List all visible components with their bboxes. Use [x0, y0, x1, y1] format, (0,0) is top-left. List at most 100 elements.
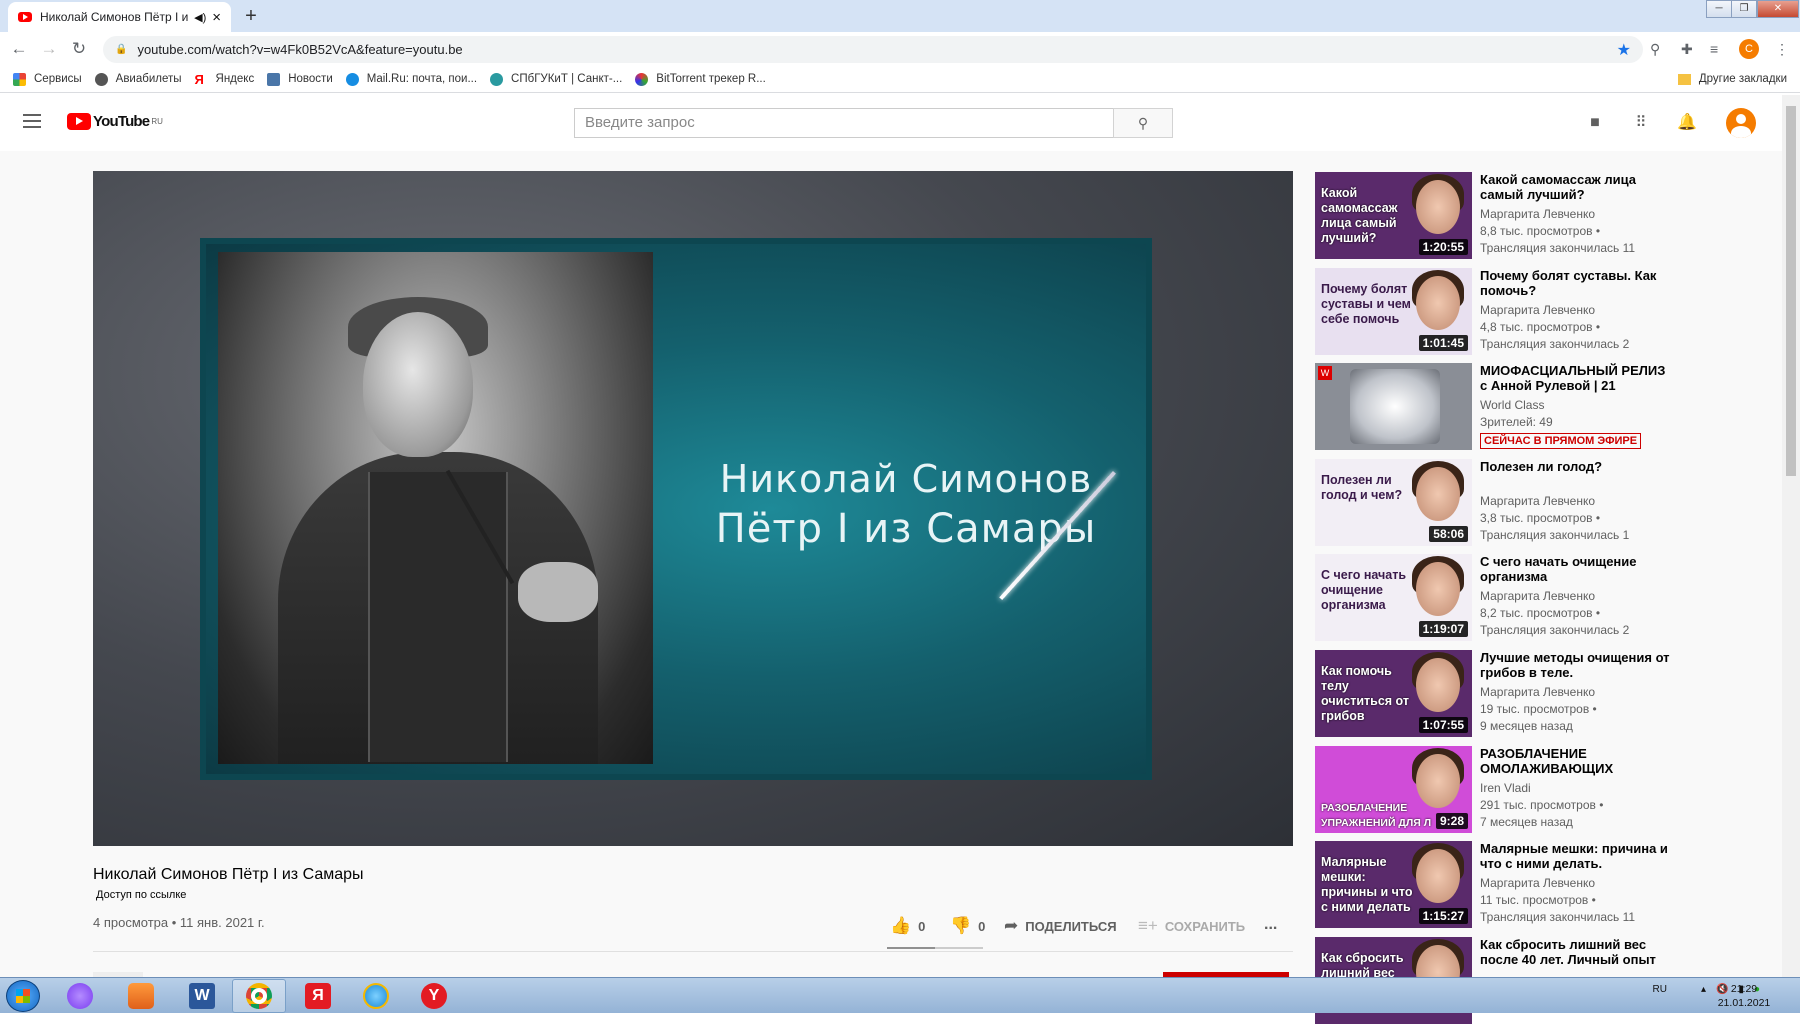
- bookmark-spbgukit[interactable]: СПбГУКиТ | Санкт-...: [490, 72, 622, 86]
- recommendation-thumbnail[interactable]: С чего начать очищение организма 1:19:07: [1315, 554, 1472, 642]
- dislike-button[interactable]: 👎 0: [950, 916, 985, 936]
- recommendation-channel[interactable]: World Class: [1480, 397, 1670, 414]
- create-video-icon[interactable]: ■: [1586, 114, 1604, 132]
- recommendation-age: Трансляция закончилась 11: [1480, 910, 1636, 925]
- taskbar-alice[interactable]: [54, 979, 106, 1013]
- thumbnail-caption: Полезен ли голод и чем?: [1321, 472, 1403, 502]
- recommendation-item[interactable]: РАЗОБЛАЧЕНИЕ УПРАЖНЕНИЙ ДЛЯ Л 9:28 РАЗОБЛ…: [1315, 745, 1665, 833]
- other-bookmarks[interactable]: Другие закладки: [1677, 73, 1787, 85]
- share-arrow-icon: ➦: [1004, 916, 1019, 935]
- window-close-button[interactable]: ✕: [1757, 0, 1799, 18]
- vk-icon: [267, 72, 281, 86]
- maximize-button[interactable]: ❐: [1731, 0, 1757, 18]
- recommendation-channel[interactable]: Маргарита Левченко: [1480, 875, 1670, 892]
- taskbar-ie[interactable]: [350, 979, 402, 1013]
- recommendation-thumbnail[interactable]: Полезен ли голод и чем? 58:06: [1315, 458, 1472, 546]
- share-button[interactable]: ➦ ПОДЕЛИТЬСЯ: [1004, 916, 1117, 936]
- recommendation-item[interactable]: W МИОФАСЦИАЛЬНЫЙ РЕЛИЗ с Анной Рулевой |…: [1315, 363, 1665, 451]
- recommendation-title[interactable]: Как сбросить лишний вес после 40 лет. Ли…: [1480, 937, 1670, 967]
- taskbar-chrome[interactable]: [232, 979, 286, 1013]
- recommendation-item[interactable]: С чего начать очищение организма 1:19:07 …: [1315, 554, 1665, 642]
- recommendation-item[interactable]: Какой самомассаж лица самый лучший? 1:20:…: [1315, 172, 1665, 259]
- start-button[interactable]: [6, 980, 40, 1012]
- scrollbar-thumb[interactable]: [1786, 106, 1796, 476]
- taskbar-yandex2[interactable]: Y: [408, 979, 460, 1013]
- recommendation-channel[interactable]: Iren Vladi: [1480, 780, 1670, 797]
- search-input[interactable]: Введите запрос: [574, 108, 1114, 138]
- recommendation-thumbnail[interactable]: Почему болят суставы и чем себе помочь 1:…: [1315, 267, 1472, 355]
- zoom-icon[interactable]: ⚲: [1650, 41, 1660, 58]
- lock-icon[interactable]: 🔒: [115, 44, 127, 55]
- recommendation-views: 11 тыс. просмотров •: [1480, 893, 1596, 908]
- recommendation-thumbnail[interactable]: Малярные мешки: причины и что с ними дел…: [1315, 841, 1472, 929]
- recommendation-item[interactable]: Как помочь телу очиститься от грибов 1:07…: [1315, 650, 1670, 737]
- bookmark-mailru[interactable]: Mail.Ru: почта, пои...: [345, 72, 477, 86]
- recommendation-channel[interactable]: Маргарита Левченко: [1480, 684, 1670, 701]
- bookmark-avia[interactable]: Авиабилеты: [94, 72, 182, 86]
- notifications-bell-icon[interactable]: 🔔: [1677, 114, 1697, 132]
- search-button[interactable]: ⚲: [1113, 108, 1173, 138]
- menu-dots-icon[interactable]: ⋮: [1775, 41, 1789, 58]
- bookmark-news[interactable]: Новости: [267, 72, 333, 86]
- recommendation-channel[interactable]: Маргарита Левченко: [1480, 588, 1670, 605]
- taskbar-word[interactable]: W: [176, 979, 228, 1013]
- recommendation-thumbnail[interactable]: РАЗОБЛАЧЕНИЕ УПРАЖНЕНИЙ ДЛЯ Л 9:28: [1315, 745, 1472, 833]
- account-avatar[interactable]: [1726, 108, 1756, 138]
- recommendation-title[interactable]: Какой самомассаж лица самый лучший?: [1480, 172, 1670, 202]
- youtube-logo[interactable]: YouTube RU: [67, 113, 163, 130]
- live-badge: СЕЙЧАС В ПРЯМОМ ЭФИРЕ: [1480, 433, 1642, 450]
- bookmark-star-icon[interactable]: ★: [1617, 40, 1631, 60]
- tab-close-icon[interactable]: ×: [212, 9, 221, 26]
- save-button[interactable]: ≡+ СОХРАНИТЬ: [1138, 916, 1245, 936]
- tray-arrow-icon[interactable]: ▴: [1701, 984, 1706, 995]
- forward-icon[interactable]: →: [38, 39, 60, 59]
- recommendation-title[interactable]: Малярные мешки: причина и что с ними дел…: [1480, 841, 1670, 871]
- back-icon[interactable]: ←: [8, 39, 30, 59]
- recommendation-thumbnail[interactable]: Какой самомассаж лица самый лучший? 1:20:…: [1315, 172, 1472, 259]
- more-actions-button[interactable]: ...: [1264, 916, 1277, 934]
- reading-list-icon[interactable]: ≡: [1710, 41, 1718, 57]
- reload-icon[interactable]: ↻: [68, 39, 90, 59]
- recommendation-title[interactable]: РАЗОБЛАЧЕНИЕ ОМОЛАЖИВАЮЩИХ КУРСО...: [1480, 746, 1670, 776]
- recommendation-thumbnail[interactable]: Как помочь телу очиститься от грибов 1:07…: [1315, 650, 1472, 737]
- duration-badge: 1:19:07: [1418, 621, 1468, 638]
- url-text[interactable]: youtube.com/watch?v=w4Fk0B52VcA&feature=…: [137, 42, 462, 57]
- browser-tab[interactable]: Николай Симонов Пётр I из ◀) ×: [8, 2, 231, 32]
- thumbs-up-icon: 👍: [890, 916, 912, 935]
- minimize-button[interactable]: ─: [1706, 0, 1732, 18]
- language-indicator[interactable]: RU: [1653, 984, 1667, 995]
- video-player[interactable]: Николай Симонов Пётр I из Самары: [93, 171, 1293, 846]
- recommendation-channel[interactable]: Маргарита Левченко: [1480, 302, 1670, 319]
- bookmark-yandex[interactable]: Я Яндекс: [195, 73, 255, 86]
- taskbar-media[interactable]: [115, 979, 167, 1013]
- bookmark-bittorrent[interactable]: BitTorrent трекер R...: [635, 72, 766, 86]
- recommendation-views: 291 тыс. просмотров •: [1480, 797, 1604, 812]
- bookmark-services[interactable]: Сервисы: [13, 72, 82, 86]
- hamburger-menu-icon[interactable]: [23, 114, 41, 128]
- recommendation-title[interactable]: Почему болят суставы. Как помочь?: [1480, 268, 1670, 298]
- recommendation-title[interactable]: С чего начать очищение организма: [1480, 554, 1670, 584]
- presenter-face: [1416, 275, 1460, 330]
- clock[interactable]: 21:29 21.01.2021: [1714, 982, 1774, 1010]
- recommendation-item[interactable]: Почему болят суставы и чем себе помочь 1:…: [1315, 267, 1665, 355]
- recommendation-channel[interactable]: Маргарита Левченко: [1480, 206, 1670, 223]
- speaker-icon[interactable]: ◀): [194, 11, 206, 24]
- recommendation-item[interactable]: Полезен ли голод и чем? 58:06 Полезен ли …: [1315, 458, 1665, 546]
- address-bar-row: ← → ↻ 🔒 youtube.com/watch?v=w4Fk0B52VcA&…: [0, 32, 1800, 66]
- extensions-icon[interactable]: ✚: [1681, 41, 1693, 58]
- duration-badge: 58:06: [1429, 525, 1468, 542]
- new-tab-button[interactable]: +: [238, 4, 264, 30]
- recommendation-title[interactable]: Полезен ли голод?: [1480, 459, 1670, 489]
- recommendation-thumbnail[interactable]: W: [1315, 363, 1472, 451]
- recommendation-title[interactable]: Лучшие методы очищения от грибов в теле.: [1480, 650, 1670, 680]
- apps-icon[interactable]: ⠿: [1632, 114, 1650, 132]
- yandex-icon: Я: [194, 71, 204, 87]
- profile-avatar[interactable]: С: [1739, 39, 1759, 59]
- recommendation-item[interactable]: Малярные мешки: причины и что с ними дел…: [1315, 841, 1668, 929]
- omnibox[interactable]: 🔒 youtube.com/watch?v=w4Fk0B52VcA&featur…: [103, 36, 1643, 63]
- recommendation-channel[interactable]: Маргарита Левченко: [1480, 493, 1670, 510]
- taskbar-yandex[interactable]: Я: [292, 979, 344, 1013]
- bittorrent-icon: [635, 72, 649, 86]
- like-button[interactable]: 👍 0: [890, 916, 925, 936]
- recommendation-title[interactable]: МИОФАСЦИАЛЬНЫЙ РЕЛИЗ с Анной Рулевой | 2…: [1480, 363, 1670, 393]
